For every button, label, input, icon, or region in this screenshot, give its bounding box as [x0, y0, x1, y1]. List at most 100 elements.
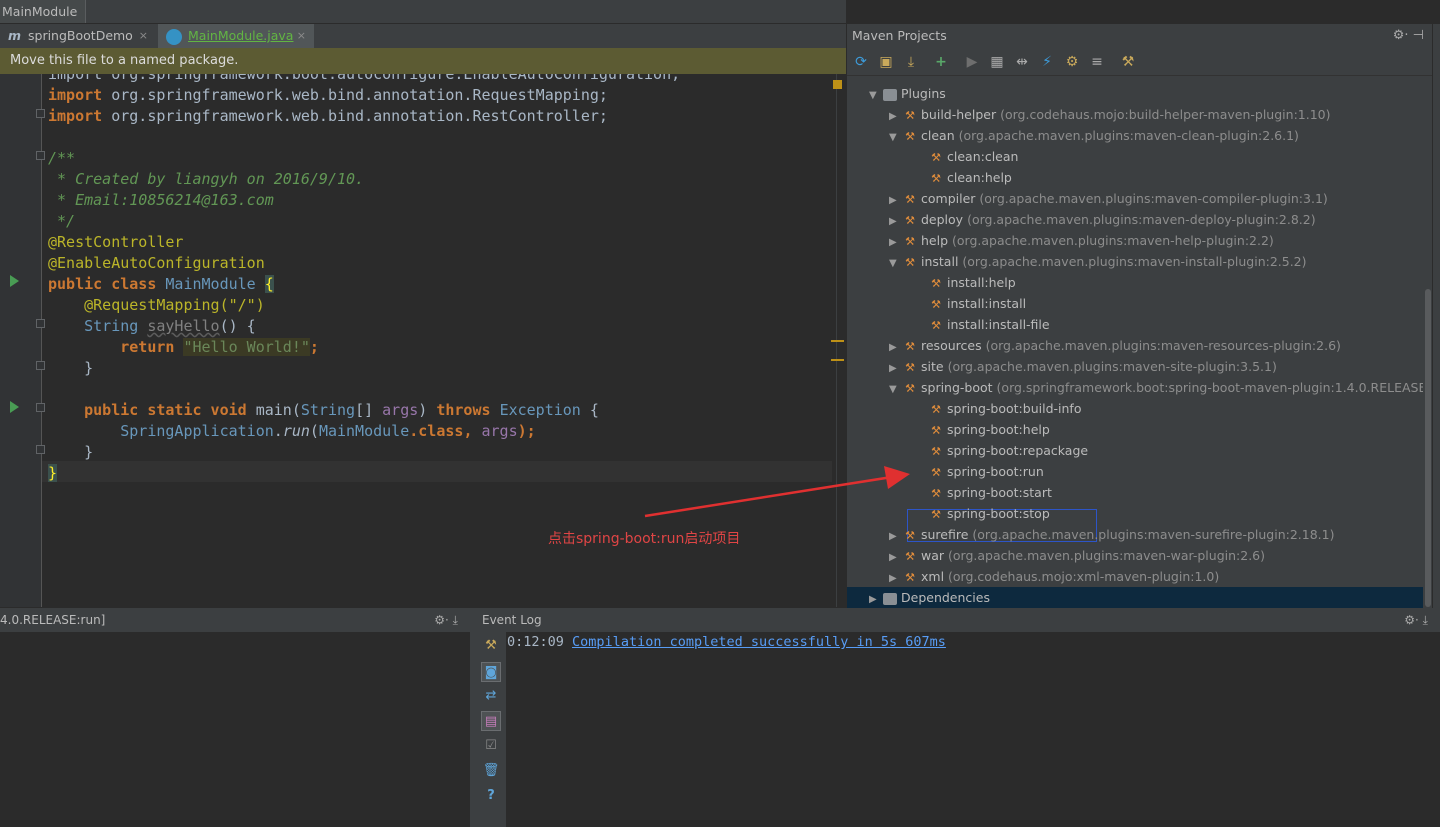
plugin-artifact: (org.apache.maven.plugins:maven-compiler…	[979, 191, 1328, 206]
code-line: @EnableAutoConfiguration	[48, 254, 265, 272]
expand-arrow-icon[interactable]: ▶	[889, 232, 903, 253]
tree-node-plugin-build-helper[interactable]: ▶ ⚒ build-helper (org.codehaus.mojo:build-…	[889, 104, 1330, 125]
panel-header-tools[interactable]: ⚙· ⊣	[1393, 24, 1424, 48]
maven-goal-icon: ⚒	[931, 486, 941, 500]
mark-read-icon[interactable]: ☑	[481, 736, 501, 756]
tree-node-goal-clean-help[interactable]: ⚒ clean:help	[929, 167, 1012, 188]
settings-icon[interactable]: ⚒	[481, 636, 501, 656]
lifecycle-icon[interactable]: ▦	[989, 54, 1005, 70]
tree-node-plugin-surefire[interactable]: ▶ ⚒ surefire (org.apache.maven.plugins:mav…	[889, 524, 1334, 545]
code-line: * Email:10856214@163.com	[48, 191, 274, 209]
tab-mainmodule-java[interactable]: MainModule.java ×	[158, 24, 314, 48]
add-folder-icon[interactable]: ▣	[878, 54, 894, 70]
error-stripe[interactable]	[831, 340, 844, 342]
tree-node-plugin-deploy[interactable]: ▶ ⚒ deploy (org.apache.maven.plugins:maven…	[889, 209, 1316, 230]
balloon-icon[interactable]: ◙	[481, 662, 501, 682]
expand-arrow-icon[interactable]: ▶	[889, 190, 903, 211]
maven-settings-icon[interactable]: ⚒	[1120, 54, 1136, 70]
tree-node-goal-install-help[interactable]: ⚒ install:help	[929, 272, 1016, 293]
expand-arrow-icon[interactable]: ▶	[889, 358, 903, 379]
fold-marker-icon[interactable]	[36, 109, 45, 118]
trash-icon[interactable]: 🗑	[481, 761, 501, 781]
tree-node-goal-install-install-file[interactable]: ⚒ install:install-file	[929, 314, 1050, 335]
plus-icon[interactable]: +	[933, 54, 949, 70]
tab-label: springBootDemo	[28, 28, 133, 43]
breadcrumb: MainModule	[0, 0, 846, 24]
event-log-tools[interactable]: ⚙· ⤓	[1404, 608, 1428, 632]
expand-arrow-icon[interactable]: ▶	[889, 568, 903, 589]
tab-close-icon[interactable]: ×	[297, 24, 306, 48]
tab-springbootdemo[interactable]: m springBootDemo ×	[0, 24, 156, 48]
collapse-icon[interactable]: ≡	[1089, 54, 1105, 70]
expand-arrow-icon[interactable]: ▼	[869, 85, 883, 106]
tab-close-icon[interactable]: ×	[139, 24, 148, 48]
expand-arrow-icon[interactable]: ▼	[889, 127, 903, 148]
tree-node-plugin-compiler[interactable]: ▶ ⚒ compiler (org.apache.maven.plugins:mav…	[889, 188, 1328, 209]
fold-marker-icon[interactable]	[36, 403, 45, 412]
plugin-label: build-helper	[921, 107, 997, 122]
refresh-icon[interactable]: ⟳	[853, 54, 869, 70]
ide-window: MainModule m springBootDemo × MainModule.…	[0, 0, 1440, 827]
tree-node-goal-install-install[interactable]: ⚒ install:install	[929, 293, 1026, 314]
scroll-to-end-icon[interactable]: ▤	[481, 711, 501, 731]
goal-label: install:install	[947, 296, 1027, 311]
toggle-offline-icon[interactable]: ⇹	[1014, 54, 1030, 70]
goal-label: spring-boot:run	[947, 464, 1044, 479]
tree-node-plugins[interactable]: ▼ Plugins	[869, 83, 946, 104]
expand-arrow-icon[interactable]: ▼	[889, 379, 903, 400]
plugin-artifact: (org.apache.maven.plugins:maven-help-plu…	[952, 233, 1274, 248]
fold-marker-icon[interactable]	[36, 445, 45, 454]
tree-node-goal-spring-boot-run[interactable]: ⚒ spring-boot:run	[929, 461, 1044, 482]
run-icon[interactable]: ▶	[964, 54, 980, 70]
maven-plugin-icon: ⚒	[905, 549, 915, 563]
tree-node-plugin-resources[interactable]: ▶ ⚒ resources (org.apache.maven.plugins:ma…	[889, 335, 1341, 356]
tab-label: MainModule.java	[188, 28, 294, 43]
tree-node-plugin-war[interactable]: ▶ ⚒ war (org.apache.maven.plugins:maven-wa…	[889, 545, 1265, 566]
expand-arrow-icon[interactable]: ▶	[889, 106, 903, 127]
fold-marker-icon[interactable]	[36, 319, 45, 328]
warning-marker-icon[interactable]	[833, 80, 842, 89]
expand-arrow-icon[interactable]: ▶	[889, 337, 903, 358]
package-warning-banner[interactable]: Move this file to a named package.	[0, 48, 846, 74]
breadcrumb-item[interactable]: MainModule	[0, 0, 87, 23]
expand-arrow-icon[interactable]: ▼	[889, 253, 903, 274]
error-stripe[interactable]	[831, 359, 844, 361]
tree-node-goal-clean-clean[interactable]: ⚒ clean:clean	[929, 146, 1018, 167]
wrap-icon[interactable]: ⇄	[481, 686, 501, 706]
tree-node-goal-spring-boot-repackage[interactable]: ⚒ spring-boot:repackage	[929, 440, 1088, 461]
plugin-artifact: (org.apache.maven.plugins:maven-surefire…	[972, 527, 1335, 542]
tree-node-plugin-install[interactable]: ▼ ⚒ install (org.apache.maven.plugins:mave…	[889, 251, 1307, 272]
fold-marker-icon[interactable]	[36, 151, 45, 160]
tree-node-plugin-xml[interactable]: ▶ ⚒ xml (org.codehaus.mojo:xml-maven-plugi…	[889, 566, 1219, 587]
tree-node-goal-spring-boot-start[interactable]: ⚒ spring-boot:start	[929, 482, 1052, 503]
maven-scrollbar-thumb[interactable]	[1425, 289, 1431, 607]
download-icon[interactable]: ⤓	[903, 54, 919, 70]
tree-node-goal-spring-boot-help[interactable]: ⚒ spring-boot:help	[929, 419, 1050, 440]
goal-label: spring-boot:stop	[947, 506, 1050, 521]
run-class-icon[interactable]	[10, 275, 19, 287]
execute-icon[interactable]: ⚡	[1039, 54, 1055, 70]
run-main-icon[interactable]	[10, 401, 19, 413]
help-icon[interactable]: ?	[481, 786, 501, 806]
right-tool-strip[interactable]	[1432, 24, 1440, 608]
tree-node-plugin-clean[interactable]: ▼ ⚒ clean (org.apache.maven.plugins:maven-…	[889, 125, 1299, 146]
maven-goal-icon: ⚒	[931, 402, 941, 416]
run-panel-tools[interactable]: ⚙· ⤓	[434, 608, 458, 632]
expand-arrow-icon[interactable]: ▶	[889, 211, 903, 232]
log-message-link[interactable]: Compilation completed successfully in 5s…	[572, 634, 946, 650]
fold-marker-icon[interactable]	[36, 361, 45, 370]
code-line: import org.springframework.web.bind.anno…	[48, 86, 608, 104]
plugin-artifact: (org.apache.maven.plugins:maven-war-plug…	[948, 548, 1266, 563]
tree-node-plugin-spring-boot[interactable]: ▼ ⚒ spring-boot (org.springframework.boot:…	[889, 377, 1423, 398]
tree-node-plugin-site[interactable]: ▶ ⚒ site (org.apache.maven.plugins:maven-s…	[889, 356, 1277, 377]
tree-node-dependencies[interactable]: ▶ Dependencies	[869, 587, 990, 608]
tree-node-goal-spring-boot-build-info[interactable]: ⚒ spring-boot:build-info	[929, 398, 1081, 419]
plugin-label: compiler	[921, 191, 976, 206]
expand-arrow-icon[interactable]: ▶	[869, 589, 883, 608]
tree-node-goal-spring-boot-stop[interactable]: ⚒ spring-boot:stop	[929, 503, 1050, 524]
plugin-artifact: (org.apache.maven.plugins:maven-site-plu…	[947, 359, 1277, 374]
expand-arrow-icon[interactable]: ▶	[889, 547, 903, 568]
settings-icon[interactable]: ⚙	[1064, 54, 1080, 70]
expand-arrow-icon[interactable]: ▶	[889, 526, 903, 547]
tree-node-plugin-help[interactable]: ▶ ⚒ help (org.apache.maven.plugins:maven-h…	[889, 230, 1274, 251]
